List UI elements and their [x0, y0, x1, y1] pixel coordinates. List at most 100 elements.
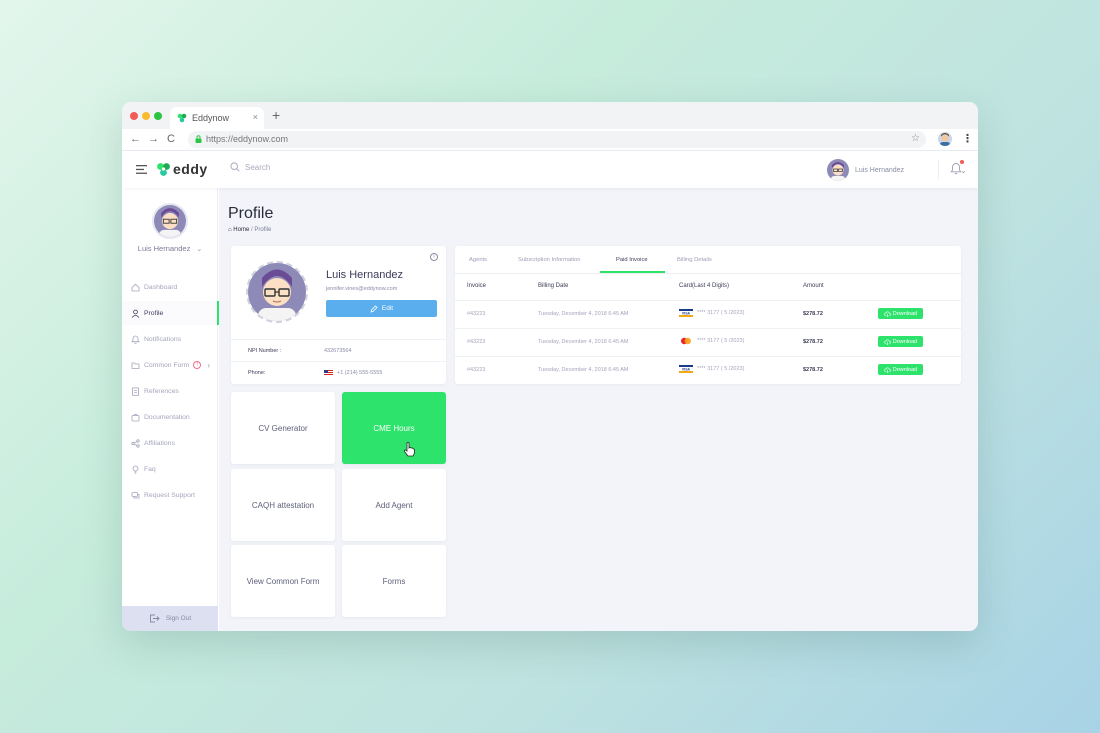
breadcrumb-home-label: Home — [233, 227, 250, 233]
table-row: #43223 Tuesday, December 4, 2018 6:45 AM… — [455, 328, 961, 356]
download-button[interactable]: Download — [878, 336, 923, 347]
cloud-download-icon — [884, 367, 891, 373]
svg-text:VISA: VISA — [682, 368, 691, 372]
new-tab-button[interactable]: + — [272, 107, 280, 123]
search-icon — [230, 162, 240, 172]
avatar — [827, 159, 849, 181]
sign-out-button[interactable]: Sign Out — [122, 606, 218, 631]
hand-cursor-icon — [403, 442, 415, 457]
card-cell: **** 3177 ( 5 /2023) — [679, 337, 744, 345]
breadcrumb: ⌂ Home / Profile — [228, 227, 271, 233]
forward-button[interactable]: → — [148, 133, 159, 145]
browser-window: Eddynow × + ← → C https://eddynow.com ☆ … — [122, 102, 978, 631]
edit-label: Edit — [381, 305, 394, 312]
us-flag-icon — [324, 369, 333, 376]
sidebar-avatar[interactable] — [152, 203, 188, 239]
sign-out-label: Sign Out — [165, 615, 192, 622]
sidebar-item-documentation[interactable]: Documentation — [122, 405, 218, 429]
reload-button[interactable]: C — [167, 133, 175, 145]
tab-agents[interactable]: Agents — [469, 257, 487, 263]
sidebar-item-common-form[interactable]: Common Form ! › — [122, 353, 218, 377]
browser-menu-icon[interactable]: ⋮ — [962, 132, 973, 145]
sidebar-user-name[interactable]: Luis Hernandez ⌄ — [122, 244, 218, 253]
eddy-logo[interactable]: eddy — [156, 161, 208, 177]
tile-cv-generator[interactable]: CV Generator — [231, 392, 335, 464]
tab-billing-details[interactable]: Billing Details — [677, 257, 712, 263]
tile-caqh-attestation[interactable]: CAQH attestation — [231, 469, 335, 541]
active-tab-indicator — [600, 271, 665, 273]
npi-label: NPI Number : — [248, 347, 282, 354]
search-bar[interactable]: Search — [230, 162, 270, 172]
menu-icon[interactable] — [136, 165, 147, 174]
browser-tabbar: Eddynow × + — [122, 102, 978, 129]
browser-profile-avatar[interactable] — [938, 132, 952, 146]
tile-cme-hours[interactable]: CME Hours — [342, 392, 446, 464]
sidebar-item-references[interactable]: References — [122, 379, 218, 403]
visa-icon: VISA — [679, 365, 693, 373]
sidebar-item-profile[interactable]: Profile — [122, 301, 219, 325]
sidebar-item-label: Notifications — [144, 335, 182, 343]
chat-icon — [131, 491, 140, 498]
tile-view-common-form[interactable]: View Common Form — [231, 545, 335, 617]
visa-icon: VISA — [679, 309, 693, 317]
tile-forms[interactable]: Forms — [342, 545, 446, 617]
card-digits: **** 3177 ( 5 /2023) — [697, 366, 745, 372]
download-label: Download — [892, 338, 918, 345]
user-menu[interactable]: Luis Hernandez ⌄ — [827, 159, 967, 181]
cloud-download-icon — [884, 339, 891, 345]
search-input[interactable]: Search — [245, 163, 270, 172]
invoice-tabs: Agents Subscription Information Paid Inv… — [455, 246, 961, 274]
invoice-number: #43223 — [467, 367, 486, 373]
edit-profile-button[interactable]: Edit — [326, 300, 437, 317]
bookmark-star-icon[interactable]: ☆ — [911, 133, 920, 144]
sidebar-item-label: References — [144, 387, 179, 395]
sidebar-item-affiliations[interactable]: Affiliations — [122, 431, 218, 455]
address-bar[interactable]: https://eddynow.com ☆ — [188, 131, 926, 148]
billing-date: Tuesday, December 4, 2018 6:45 AM — [538, 339, 629, 345]
info-icon[interactable]: i — [430, 253, 438, 261]
tab-title: Eddynow — [192, 113, 230, 123]
sidebar-item-label: Request Support — [144, 491, 196, 499]
close-window-button[interactable] — [130, 112, 138, 120]
browser-tab[interactable]: Eddynow × — [170, 107, 264, 129]
sidebar-item-notifications[interactable]: Notifications — [122, 327, 218, 351]
home-icon — [131, 283, 140, 291]
tile-label: Forms — [382, 576, 406, 586]
card-cell: VISA **** 3177 ( 5 /2023) — [679, 365, 744, 373]
tab-paid-invoice[interactable]: Paid Invoice — [616, 257, 648, 263]
sidebar-item-faq[interactable]: Faq — [122, 457, 218, 481]
tile-label: Add Agent — [375, 500, 413, 510]
invoice-card: Agents Subscription Information Paid Inv… — [455, 246, 961, 384]
back-button[interactable]: ← — [130, 133, 141, 145]
sidebar-item-dashboard[interactable]: Dashboard — [122, 275, 218, 299]
amount: $278.72 — [803, 367, 823, 373]
breadcrumb-home[interactable]: ⌂ Home — [228, 227, 249, 233]
tile-add-agent[interactable]: Add Agent — [342, 469, 446, 541]
sidebar-item-label: Faq — [144, 465, 156, 473]
phone-label: Phone: — [248, 369, 266, 376]
billing-date: Tuesday, December 4, 2018 6:45 AM — [538, 367, 629, 373]
tab-close-icon[interactable]: × — [253, 112, 258, 122]
amount: $278.72 — [803, 311, 823, 317]
alert-badge: ! — [193, 361, 202, 369]
profile-avatar — [246, 261, 308, 323]
invoice-number: #43223 — [467, 339, 486, 345]
phone-value-wrap: +1 (214) 555-5555 — [324, 369, 382, 376]
sidebar: Luis Hernandez ⌄ Dashboard Profile Notifi… — [122, 188, 219, 631]
sidebar-item-request-support[interactable]: Request Support — [122, 483, 218, 507]
page-title: Profile — [228, 205, 274, 222]
tab-subscription-information[interactable]: Subscription Information — [518, 257, 581, 263]
download-button[interactable]: Download — [878, 308, 923, 319]
user-icon — [131, 309, 140, 318]
minimize-window-button[interactable] — [142, 112, 150, 120]
column-header-billing-date: Billing Date — [538, 283, 569, 289]
table-row: #43223 Tuesday, December 4, 2018 6:45 AM… — [455, 300, 961, 328]
briefcase-icon — [131, 413, 140, 421]
maximize-window-button[interactable] — [154, 112, 162, 120]
bell-icon[interactable] — [950, 162, 962, 175]
download-button[interactable]: Download — [878, 364, 923, 375]
lock-icon — [195, 135, 202, 143]
download-label: Download — [892, 310, 918, 317]
tile-label: CV Generator — [258, 423, 308, 433]
share-icon — [131, 438, 140, 448]
